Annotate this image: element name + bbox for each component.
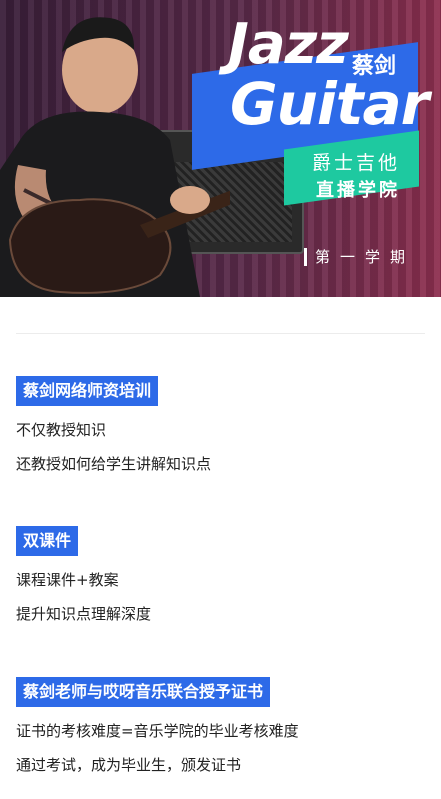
section-line: 通过考试，成为毕业生，颁发证书 [16,756,242,774]
title-guitar: Guitar [230,70,429,138]
title-jazz: Jazz [228,12,349,77]
section-heading: 双课件 [16,526,79,556]
section-line: 不仅教授知识 [16,421,107,439]
section-heading: 蔡剑老师与哎呀音乐联合授予证书 [16,677,271,707]
section-line: 提升知识点理解深度 [16,605,152,623]
hero-banner: Jazz 蔡剑 Guitar 爵士吉他 直播学院 第一学期 [0,0,441,297]
term-bar-icon [304,247,307,266]
section-line: 证书的考核难度=音乐学院的毕业考核难度 [16,722,299,740]
section-teacher-training: 蔡剑网络师资培训 不仅教授知识 还教授如何给学生讲解知识点 [16,376,211,474]
subtitle-line-2: 直播学院 [316,180,400,201]
section-heading: 蔡剑网络师资培训 [16,376,159,406]
divider [16,333,425,334]
subtitle-line-1: 爵士吉他 [312,152,401,174]
term-text: 第一学期 [315,248,416,266]
term-label: 第一学期 [304,246,415,267]
section-certificate: 蔡剑老师与哎呀音乐联合授予证书 证书的考核难度=音乐学院的毕业考核难度 通过考试… [16,677,299,775]
section-line: 课程课件+教案 [16,571,119,589]
section-dual-courseware: 双课件 课程课件+教案 提升知识点理解深度 [16,526,151,624]
section-line: 还教授如何给学生讲解知识点 [16,455,212,473]
